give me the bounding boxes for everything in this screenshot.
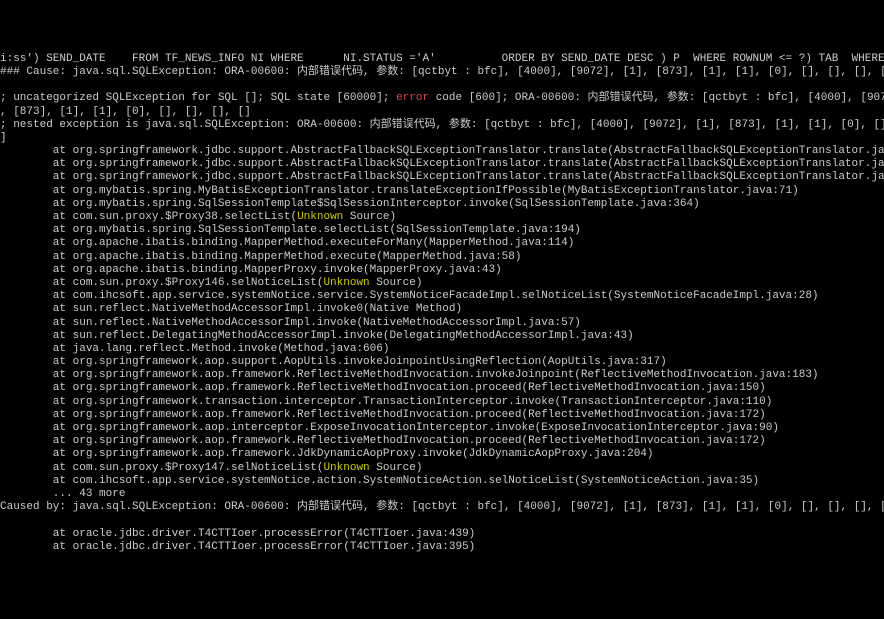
log-line — [0, 79, 884, 92]
log-line: ... 43 more — [0, 488, 884, 501]
log-line: at org.apache.ibatis.binding.MapperMetho… — [0, 251, 884, 264]
log-line: at sun.reflect.NativeMethodAccessorImpl.… — [0, 303, 884, 316]
log-line: at com.ihcsoft.app.service.systemNotice.… — [0, 475, 884, 488]
log-line: ; nested exception is java.sql.SQLExcept… — [0, 119, 884, 132]
log-line: at com.sun.proxy.$Proxy147.selNoticeList… — [0, 462, 884, 475]
log-text: at com.sun.proxy.$Proxy146.selNoticeList… — [0, 277, 323, 289]
log-line: at oracle.jdbc.driver.T4CTTIoer.processE… — [0, 528, 884, 541]
log-line: at org.springframework.aop.interceptor.E… — [0, 422, 884, 435]
log-line: , [873], [1], [1], [0], [], [], [], [] — [0, 106, 884, 119]
error-keyword: error — [396, 92, 429, 104]
log-line: at org.springframework.jdbc.support.Abst… — [0, 171, 884, 184]
log-line: at org.mybatis.spring.SqlSessionTemplate… — [0, 224, 884, 237]
log-line: at org.mybatis.spring.SqlSessionTemplate… — [0, 198, 884, 211]
log-line: at org.springframework.jdbc.support.Abst… — [0, 145, 884, 158]
log-line: ### Cause: java.sql.SQLException: ORA-00… — [0, 66, 884, 79]
log-line: at org.springframework.aop.support.AopUt… — [0, 356, 884, 369]
log-line: at org.mybatis.spring.MyBatisExceptionTr… — [0, 185, 884, 198]
log-line: at org.apache.ibatis.binding.MapperMetho… — [0, 237, 884, 250]
log-line: at org.springframework.aop.framework.Ref… — [0, 409, 884, 422]
log-text: at com.sun.proxy.$Proxy147.selNoticeList… — [0, 462, 323, 474]
unknown-source-keyword: Unknown — [323, 462, 369, 474]
log-line: at org.springframework.transaction.inter… — [0, 396, 884, 409]
log-line: at sun.reflect.DelegatingMethodAccessorI… — [0, 330, 884, 343]
log-line: at org.springframework.aop.framework.Ref… — [0, 435, 884, 448]
log-line: at com.sun.proxy.$Proxy146.selNoticeList… — [0, 277, 884, 290]
unknown-source-keyword: Unknown — [323, 277, 369, 289]
log-line: Caused by: java.sql.SQLException: ORA-00… — [0, 501, 884, 514]
log-line: at com.ihcsoft.app.service.systemNotice.… — [0, 290, 884, 303]
log-line: at org.springframework.jdbc.support.Abst… — [0, 158, 884, 171]
log-text: at com.sun.proxy.$Proxy38.selectList( — [0, 211, 297, 223]
log-text: Source) — [370, 277, 423, 289]
console-output: i:ss') SEND_DATE FROM TF_NEWS_INFO NI WH… — [0, 53, 884, 553]
log-line: at oracle.jdbc.driver.T4CTTIoer.processE… — [0, 541, 884, 553]
log-line: at com.sun.proxy.$Proxy38.selectList(Unk… — [0, 211, 884, 224]
log-line: i:ss') SEND_DATE FROM TF_NEWS_INFO NI WH… — [0, 53, 884, 66]
log-text: Source) — [370, 462, 423, 474]
log-line: ] — [0, 132, 884, 145]
log-text: code [600]; ORA-00600: 内部错误代码, 参数: [qctb… — [429, 92, 884, 104]
log-line: at org.springframework.aop.framework.Ref… — [0, 369, 884, 382]
log-line: at sun.reflect.NativeMethodAccessorImpl.… — [0, 317, 884, 330]
log-line: at java.lang.reflect.Method.invoke(Metho… — [0, 343, 884, 356]
log-line: at org.springframework.aop.framework.Jdk… — [0, 448, 884, 461]
log-line — [0, 514, 884, 527]
log-line: at org.springframework.aop.framework.Ref… — [0, 382, 884, 395]
log-text: Source) — [343, 211, 396, 223]
log-line: at org.apache.ibatis.binding.MapperProxy… — [0, 264, 884, 277]
unknown-source-keyword: Unknown — [297, 211, 343, 223]
log-line: ; uncategorized SQLException for SQL [];… — [0, 92, 884, 105]
log-text: ; uncategorized SQLException for SQL [];… — [0, 92, 396, 104]
